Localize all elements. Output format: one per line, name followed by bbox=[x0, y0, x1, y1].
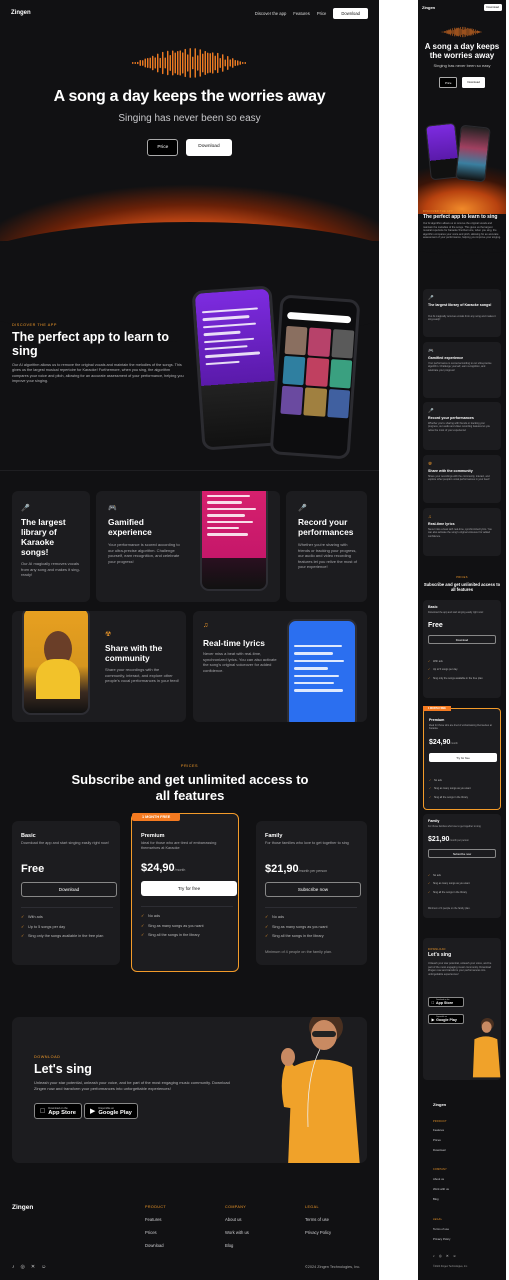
nav-link-features[interactable]: Features bbox=[293, 11, 310, 16]
logo[interactable]: Zingen bbox=[11, 10, 31, 16]
feature-card-record: 🎤 Record your performances Whether you'r… bbox=[286, 491, 367, 602]
desktop-preview: Zingen Discover the app Features Price D… bbox=[0, 0, 379, 1280]
download-button[interactable]: Download bbox=[186, 139, 232, 156]
mobile-instagram-icon[interactable]: ◎ bbox=[439, 1254, 442, 1258]
plan-family: Family For those families who love to ge… bbox=[256, 821, 367, 965]
mobile-feature-community: ☢ Share with the community Share your reco… bbox=[423, 455, 501, 503]
instagram-icon[interactable]: ◎ bbox=[21, 1264, 25, 1270]
community-icon: ☢ bbox=[105, 631, 112, 638]
mobile-download-button[interactable]: Download bbox=[462, 77, 485, 88]
mobile-feature-record: 🎤 Record your performances Whether you're … bbox=[423, 402, 501, 450]
section-text: Our AI algorithm allows us to remove the… bbox=[12, 363, 184, 384]
tiktok-icon[interactable]: ♪ bbox=[12, 1264, 15, 1270]
music-note-icon: ♫ bbox=[203, 622, 209, 629]
plan-premium: Premium Ideal for those who are tired of… bbox=[131, 813, 239, 972]
footer: Zingen PRODUCT Features Prices Download … bbox=[12, 1204, 361, 1270]
microphone-icon: 🎤 bbox=[298, 505, 307, 512]
feature-card-library: 🎤 The largest library of Karaoke songs! … bbox=[12, 491, 90, 602]
footer-link-features[interactable]: Features bbox=[145, 1217, 166, 1222]
mobile-subscribe-now-button[interactable]: Subscribe now bbox=[428, 849, 496, 858]
mobile-plan-family: Family For those families who love to get… bbox=[423, 814, 501, 918]
hero-subtitle: Singing has never been so easy bbox=[118, 113, 261, 124]
section-title: The perfect app to learn to sing bbox=[12, 330, 169, 358]
hero-title: A song a day keeps the worries away bbox=[53, 88, 326, 105]
nav-link-price[interactable]: Price bbox=[317, 11, 327, 16]
mobile-logo[interactable]: Zingen bbox=[422, 5, 435, 10]
footer-link-download[interactable]: Download bbox=[145, 1243, 166, 1248]
hero: A song a day keeps the worries away Sing… bbox=[0, 26, 379, 342]
x-icon[interactable]: ✕ bbox=[31, 1264, 35, 1270]
footer-link-terms[interactable]: Terms of use bbox=[305, 1217, 331, 1222]
mobile-soundwave-icon bbox=[441, 26, 482, 38]
footer-link-privacy[interactable]: Privacy Policy bbox=[305, 1230, 331, 1235]
apple-icon:  bbox=[40, 1108, 45, 1115]
mobile-plan-premium: Premium Ideal for those who are tired of … bbox=[423, 708, 501, 810]
mobile-download-section: DOWNLOAD Let's sing Unleash your star po… bbox=[423, 938, 501, 1080]
free-month-badge: 1 MONTH FREE bbox=[132, 813, 181, 821]
mobile-hero: A song a day keeps the worries away Sing… bbox=[418, 14, 506, 254]
download-title: Let's sing bbox=[34, 1062, 92, 1076]
mobile-discord-icon[interactable]: ☺ bbox=[453, 1254, 457, 1258]
mic-icon: 🎤 bbox=[21, 505, 30, 512]
mobile-plan-basic: Basic Download the app and start singing … bbox=[423, 600, 501, 698]
phone-mockup-library bbox=[269, 294, 361, 460]
gamepad-icon: 🎮 bbox=[108, 505, 117, 512]
mobile-preview: Zingen Download A song a day keeps the w… bbox=[418, 0, 506, 1280]
mobile-try-for-free-button[interactable]: Try for free bbox=[429, 753, 497, 762]
feature-card-community: ☢ Share with the community Share your re… bbox=[12, 611, 186, 722]
footer-link-blog[interactable]: Blog bbox=[225, 1243, 249, 1248]
mobile-google-play-button[interactable]: ▶ Disponible en Google Play bbox=[428, 1014, 464, 1024]
mobile-singer-illustration bbox=[472, 1017, 501, 1078]
footer-link-prices[interactable]: Prices bbox=[145, 1230, 166, 1235]
subscribe-now-button[interactable]: Subscribe now bbox=[265, 882, 361, 897]
plan-basic: Basic Download the app and start singing… bbox=[12, 821, 120, 965]
discover-section: DISCOVER THE APP The perfect app to lear… bbox=[0, 285, 379, 470]
nav-download-button[interactable]: Download bbox=[333, 7, 368, 19]
play-icon: ▶ bbox=[90, 1108, 96, 1115]
mobile-feature-gamified: 🎮 Gamified experience Your performance is … bbox=[423, 342, 501, 398]
download-section: DOWNLOAD Let's sing Unleash your star po… bbox=[12, 1017, 367, 1163]
section-kicker: DISCOVER THE APP bbox=[12, 323, 57, 327]
mobile-plan-basic-download-button[interactable]: Download bbox=[428, 635, 496, 644]
footer-link-work[interactable]: Work with us bbox=[225, 1230, 249, 1235]
mobile-app-store-button[interactable]: Download on theApp Store bbox=[428, 997, 464, 1007]
phone-mockup-realtime bbox=[287, 619, 357, 722]
mobile-feature-library: 🎤 The largest library of Karaoke songs! Ou… bbox=[423, 289, 501, 337]
price-button[interactable]: Price bbox=[147, 139, 179, 156]
mobile-nav-download-button[interactable]: Download bbox=[483, 3, 502, 11]
mobile-price-button[interactable]: Price bbox=[439, 77, 458, 88]
copyright: ©2024 Zingen Technologies, Inc. bbox=[305, 1265, 361, 1269]
try-for-free-button[interactable]: Try for free bbox=[141, 881, 237, 896]
phone-mockup-lyrics bbox=[191, 285, 283, 451]
pricing-kicker: PRICES bbox=[180, 764, 199, 768]
soundwave-icon bbox=[132, 48, 246, 78]
mobile-tiktok-icon[interactable]: ♪ bbox=[433, 1254, 435, 1258]
phone-mockup-score bbox=[200, 491, 268, 591]
footer-link-about[interactable]: About us bbox=[225, 1217, 249, 1222]
download-text: Unleash your star potential, unleash you… bbox=[34, 1080, 230, 1091]
singer-illustration bbox=[281, 1017, 360, 1163]
google-play-button[interactable]: ▶ Disponible en Google Play bbox=[84, 1103, 138, 1119]
mobile-feature-lyrics: ♫ Real-time lyrics Never miss a beat with … bbox=[423, 508, 501, 556]
discord-icon[interactable]: ☺ bbox=[41, 1264, 46, 1270]
feature-card-gamified: 🎮 Gamified experience Your performance i… bbox=[96, 491, 280, 602]
phone-mockup-community bbox=[22, 611, 90, 715]
feature-card-lyrics: ♫ Real-time lyrics Never miss a beat wit… bbox=[193, 611, 367, 722]
plan-basic-download-button[interactable]: Download bbox=[21, 882, 117, 897]
pricing-title: Subscribe and get unlimited access to al… bbox=[71, 772, 309, 803]
top-nav: Zingen Discover the app Features Price D… bbox=[0, 0, 379, 26]
nav-link-discover[interactable]: Discover the app bbox=[255, 11, 286, 16]
app-store-button[interactable]:  Download on theApp Store bbox=[34, 1103, 82, 1119]
mobile-x-icon[interactable]: ✕ bbox=[446, 1254, 449, 1258]
download-kicker: DOWNLOAD bbox=[34, 1055, 61, 1059]
footer-logo[interactable]: Zingen bbox=[12, 1204, 33, 1211]
